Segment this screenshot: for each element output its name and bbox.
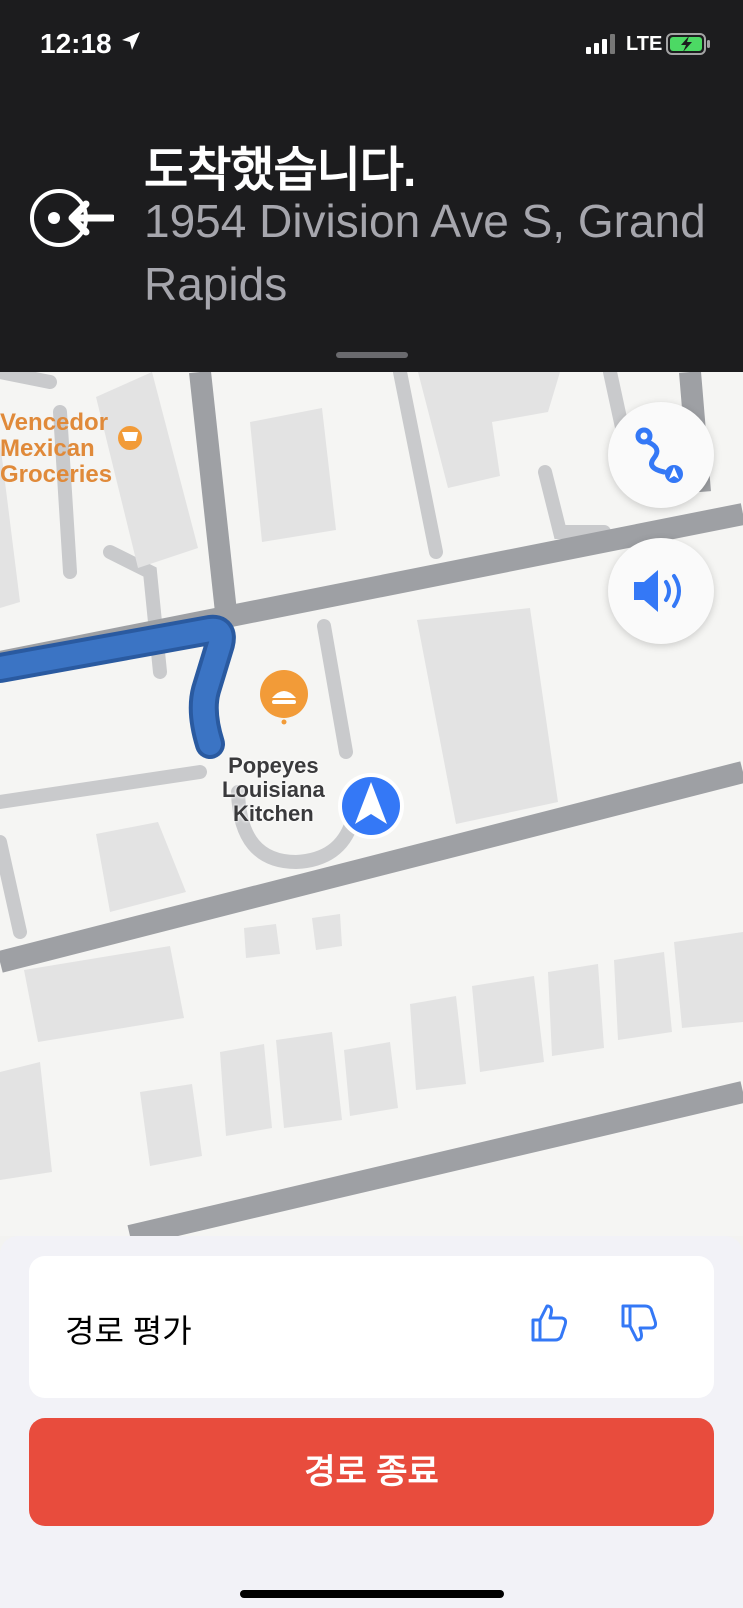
route-overview-button[interactable] (608, 402, 714, 508)
battery-charging-icon (666, 32, 712, 61)
speaker-icon (634, 570, 681, 612)
status-bar: 12:18 LTE (0, 0, 743, 90)
navigation-banner[interactable]: 도착했습니다. 1954 Division Ave S, Grand Rapid… (0, 90, 743, 372)
poi-label-restaurant[interactable]: Popeyes Louisiana Kitchen (222, 754, 325, 826)
route-rating-label: 경로 평가 (65, 1313, 192, 1349)
voice-volume-button[interactable] (608, 538, 714, 644)
arrive-icon (30, 189, 116, 252)
location-arrow-icon (120, 30, 142, 57)
map-view[interactable]: Vencedor Mexican Groceries Popeyes Louis… (0, 372, 743, 1236)
status-time: 12:18 (40, 28, 112, 59)
grocery-cart-icon (118, 426, 142, 450)
route-overview-icon (635, 427, 683, 483)
banner-grabber[interactable] (336, 352, 408, 358)
thumbs-up-icon[interactable] (529, 1302, 569, 1349)
poi-label-grocery[interactable]: Vencedor Mexican Groceries (0, 410, 112, 488)
bottom-sheet: 경로 평가 경로 종료 (0, 1236, 743, 1608)
route-rating-card: 경로 평가 (29, 1256, 714, 1398)
signal-icon (586, 34, 620, 59)
current-location-icon (338, 773, 404, 839)
restaurant-pin-icon[interactable] (260, 670, 308, 725)
thumbs-down-icon[interactable] (619, 1302, 659, 1349)
network-type: LTE (626, 33, 663, 55)
home-indicator[interactable] (240, 1590, 504, 1598)
end-route-button[interactable]: 경로 종료 (29, 1418, 714, 1526)
destination-address: 1954 Division Ave S, Grand Rapids (144, 195, 706, 310)
